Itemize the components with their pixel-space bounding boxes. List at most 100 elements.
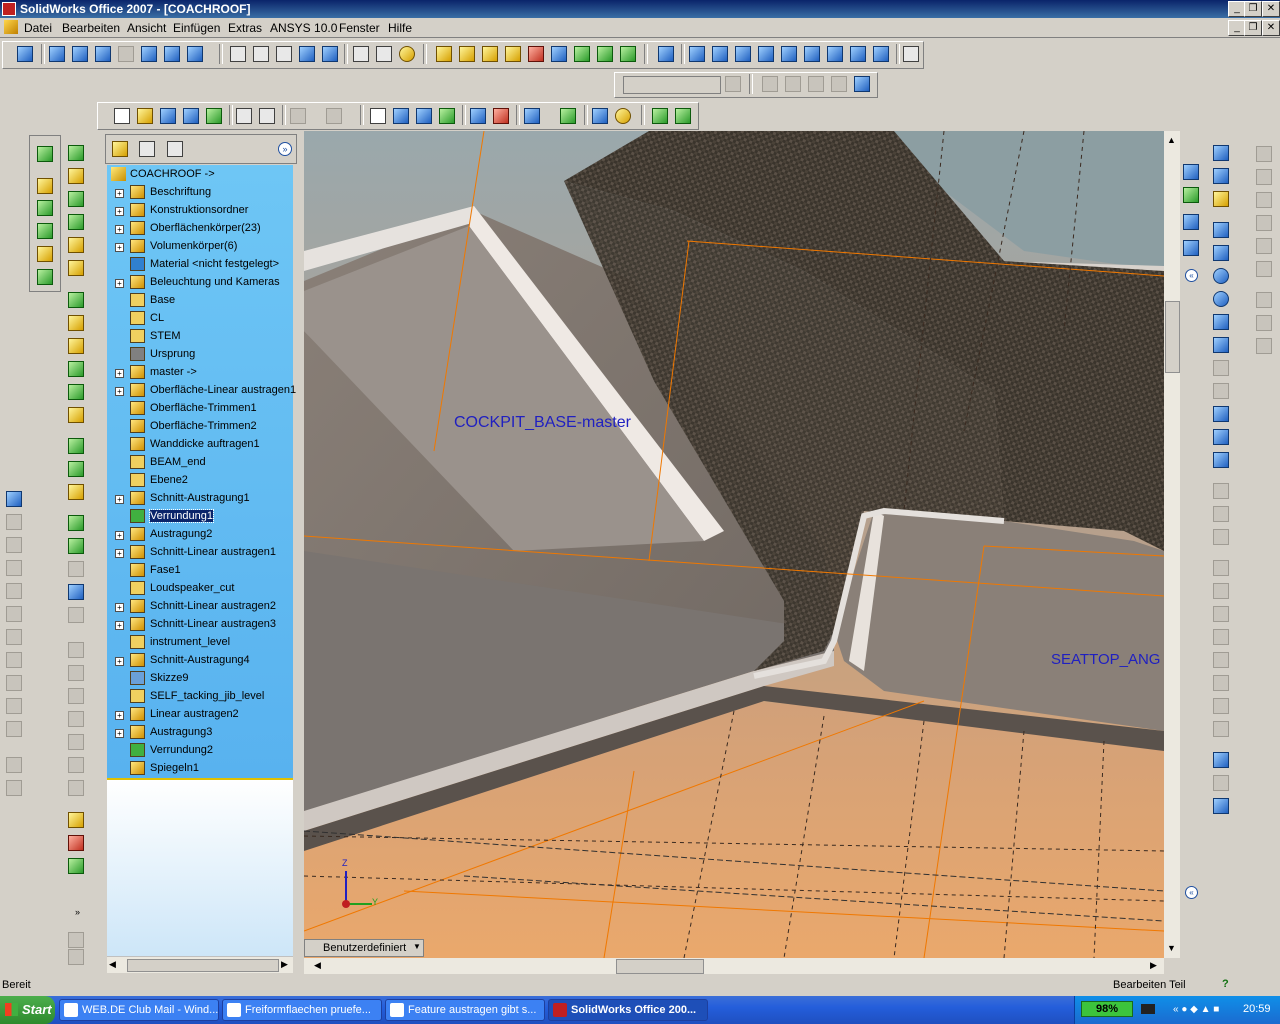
print-preview-icon[interactable] — [259, 108, 275, 124]
pan-icon[interactable] — [164, 46, 180, 62]
sketch-icon-r5[interactable] — [1213, 383, 1229, 399]
maximize-button[interactable]: ❐ — [1244, 1, 1262, 17]
feature-icon-30[interactable] — [68, 858, 84, 874]
tree-item[interactable]: + Oberfläche-Linear austragen1 — [107, 382, 296, 400]
tree-item[interactable]: + Austragung2 — [107, 526, 293, 544]
sketch-icon-r1[interactable] — [1213, 145, 1229, 161]
line-icon[interactable] — [1213, 222, 1229, 238]
feature-icon-3[interactable] — [68, 191, 84, 207]
expand-icon[interactable]: + — [115, 189, 124, 198]
sketch-icon-r8[interactable] — [1213, 529, 1229, 545]
viewport-hscrollbar[interactable]: ◀ ▶ — [304, 958, 1164, 974]
menu-extras[interactable]: Extras — [228, 21, 262, 35]
arc-icon-2[interactable] — [1213, 314, 1229, 330]
viewport-vscrollbar[interactable]: ▲ ▼ — [1164, 131, 1180, 958]
tree-item[interactable]: SELF_tacking_jib_level — [107, 688, 293, 706]
app-icon[interactable] — [2, 2, 16, 16]
sketch-tool-icon-2[interactable] — [37, 178, 53, 194]
expand-icon[interactable]: + — [115, 621, 124, 630]
feature-icon-13[interactable] — [68, 438, 84, 454]
tree-item[interactable]: Loudspeaker_cut — [107, 580, 293, 598]
hidden-lines-removed-icon[interactable] — [276, 46, 292, 62]
layer-icon-4[interactable] — [831, 76, 847, 92]
rotate-icon[interactable] — [141, 46, 157, 62]
task-solidworks[interactable]: SolidWorks Office 200... — [548, 999, 708, 1021]
feature-icon-31[interactable] — [68, 932, 84, 948]
feature-icon-14[interactable] — [68, 461, 84, 477]
dim-icon-9[interactable] — [6, 675, 22, 691]
zoom-in-out-icon[interactable] — [95, 46, 111, 62]
feature-icon-25[interactable] — [68, 734, 84, 750]
surface-icon-r9[interactable] — [1256, 338, 1272, 354]
start-button[interactable]: Start — [0, 996, 55, 1024]
feature-icon-24[interactable] — [68, 711, 84, 727]
surface-icon-r2[interactable] — [1256, 169, 1272, 185]
spline-icon[interactable] — [1213, 429, 1229, 445]
tree-item[interactable]: + Linear austragen2 — [107, 706, 293, 724]
centerline-icon[interactable] — [1213, 406, 1229, 422]
tree-item[interactable]: + Schnitt-Austragung1 — [107, 490, 293, 508]
dim-icon-1[interactable] — [6, 491, 22, 507]
tree-item[interactable]: instrument_level — [107, 634, 293, 652]
view-top-icon[interactable] — [781, 46, 797, 62]
tree-item[interactable]: + Schnitt-Austragung4 — [107, 652, 293, 670]
tree-item[interactable]: Spiegeln1 — [107, 760, 293, 778]
feature-icon-11[interactable] — [68, 384, 84, 400]
surface-tools-icon-1[interactable] — [436, 46, 452, 62]
chevron-down-icon[interactable]: » — [75, 907, 80, 917]
surface-icon-r4[interactable] — [1256, 215, 1272, 231]
feature-icon-27[interactable] — [68, 780, 84, 796]
sketch-icon-r17[interactable] — [1213, 752, 1229, 768]
expand-icon[interactable]: + — [115, 603, 124, 612]
tree-item[interactable]: + Beleuchtung und Kameras — [107, 274, 293, 292]
model-view[interactable] — [304, 131, 1164, 958]
zoom-window-icon[interactable] — [72, 46, 88, 62]
sketch-icon-r14[interactable] — [1213, 675, 1229, 691]
sketch-icon-r13[interactable] — [1213, 652, 1229, 668]
sketch-icon-r2[interactable] — [1213, 168, 1229, 184]
surface-icon-r3[interactable] — [1256, 192, 1272, 208]
view-dimetric-icon[interactable] — [873, 46, 889, 62]
feature-icon-8[interactable] — [68, 315, 84, 331]
draft-quality-icon[interactable] — [376, 46, 392, 62]
expand-icon[interactable]: + — [115, 207, 124, 216]
dim-icon-7[interactable] — [6, 629, 22, 645]
arc-icon-1[interactable] — [1213, 291, 1229, 307]
help-icon[interactable] — [615, 108, 631, 124]
dim-icon-10[interactable] — [6, 698, 22, 714]
view-isometric-icon[interactable] — [827, 46, 843, 62]
expand-icon[interactable]: + — [115, 369, 124, 378]
tree-item[interactable]: + Schnitt-Linear austragen1 — [107, 544, 293, 562]
feature-icon-10[interactable] — [68, 361, 84, 377]
wireframe-icon[interactable] — [230, 46, 246, 62]
view-front-icon[interactable] — [689, 46, 705, 62]
rebuild-icon[interactable] — [416, 108, 432, 124]
sketch-icon-r9[interactable] — [1213, 560, 1229, 576]
layer-properties-icon[interactable] — [725, 76, 741, 92]
save-icon[interactable] — [160, 108, 176, 124]
collapse-panel-icon[interactable]: » — [278, 142, 292, 156]
tree-item[interactable]: Base — [107, 292, 293, 310]
expand-icon[interactable]: + — [115, 531, 124, 540]
measure-icon[interactable] — [903, 46, 919, 62]
tree-item[interactable]: + Oberflächenkörper(23) — [107, 220, 293, 238]
standard-views-icon[interactable] — [187, 46, 203, 62]
circle-icon[interactable] — [1213, 268, 1229, 284]
sketch-icon-r10[interactable] — [1213, 583, 1229, 599]
surface-icon-r6[interactable] — [1256, 261, 1272, 277]
task-feature-austragen[interactable]: Feature austragen gibt s... — [385, 999, 545, 1021]
sketch-icon-r19[interactable] — [1213, 798, 1229, 814]
help-icon[interactable]: ? — [1222, 978, 1229, 990]
expand-icon[interactable]: + — [115, 225, 124, 234]
sketch-icon-r15[interactable] — [1213, 698, 1229, 714]
section-view-icon[interactable] — [353, 46, 369, 62]
surface-icon-r7[interactable] — [1256, 292, 1272, 308]
sketch-icon-r6[interactable] — [1213, 483, 1229, 499]
dim-icon-4[interactable] — [6, 560, 22, 576]
tree-item[interactable]: Oberfläche-Trimmen2 — [107, 418, 293, 436]
redo-icon[interactable] — [326, 108, 342, 124]
graphics-viewport[interactable]: COCKPIT_BASE-master SEATTOP_ANG Z Y Benu… — [304, 131, 1164, 958]
feature-icon-21[interactable] — [68, 642, 84, 658]
feature-icon-1[interactable] — [68, 145, 84, 161]
dim-icon-2[interactable] — [6, 514, 22, 530]
